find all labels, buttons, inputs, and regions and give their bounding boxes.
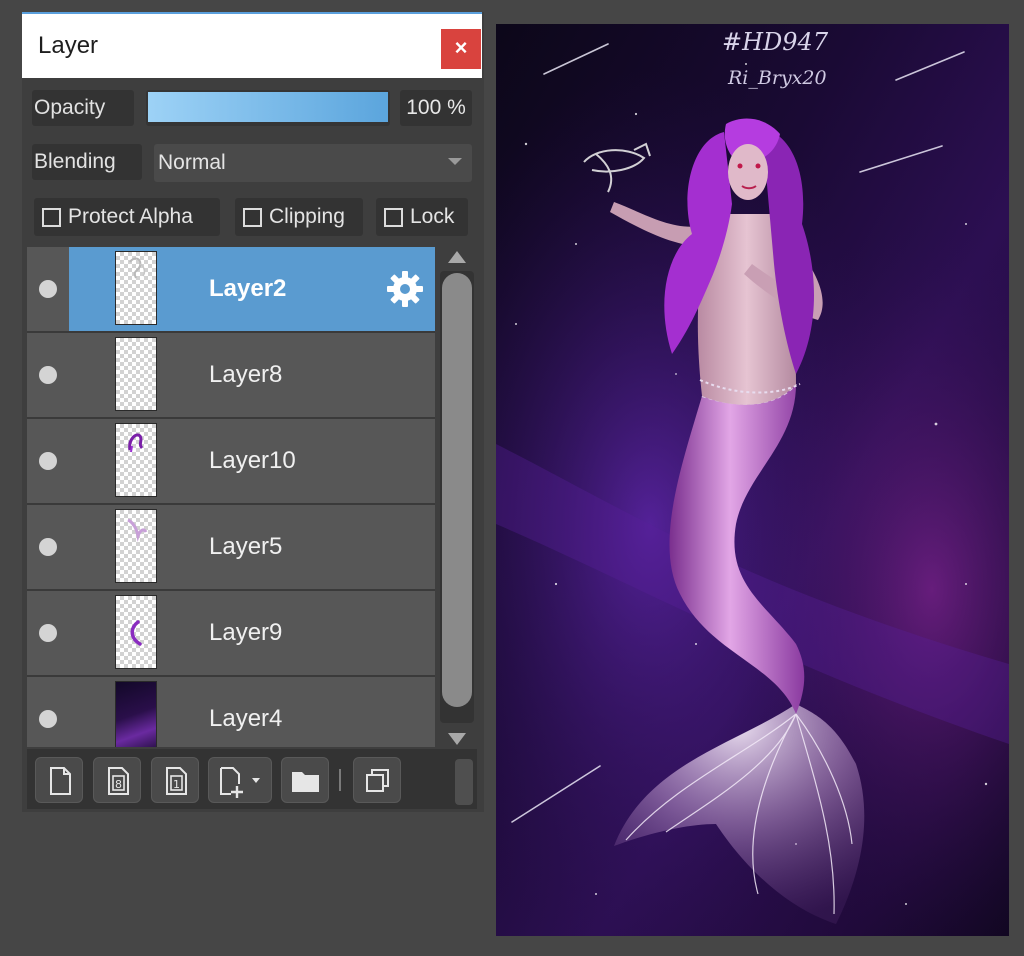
layer-thumbnail: [115, 681, 157, 747]
blending-mode-select[interactable]: Normal: [154, 144, 472, 182]
layer-row[interactable]: Layer4: [27, 677, 435, 747]
duplicate-layer-button[interactable]: [353, 757, 401, 803]
layer-row[interactable]: Layer9: [27, 591, 435, 675]
new-folder-button[interactable]: [281, 757, 329, 803]
layer-row[interactable]: Layer5: [27, 505, 435, 589]
clipping-checkbox[interactable]: Clipping: [235, 198, 363, 236]
opacity-slider[interactable]: [146, 90, 390, 126]
svg-text:1: 1: [173, 778, 180, 791]
artwork-canvas[interactable]: #HD947 Ri_Bryx20: [496, 24, 1009, 936]
close-button[interactable]: ×: [441, 29, 481, 69]
checkbox-box: [42, 208, 61, 227]
layer-name: Layer8: [209, 361, 283, 388]
visibility-toggle-icon[interactable]: [39, 366, 57, 384]
toolbar-separator: [339, 769, 341, 791]
scroll-down-arrow-icon[interactable]: [448, 733, 466, 745]
new-8bit-layer-button[interactable]: 8: [93, 757, 141, 803]
opacity-slider-fill: [148, 92, 388, 122]
protect-alpha-label: Protect Alpha: [68, 205, 193, 228]
layer-thumbnail: [115, 509, 157, 583]
protect-alpha-checkbox[interactable]: Protect Alpha: [34, 198, 220, 236]
folder-icon: [292, 772, 319, 792]
new-8bit-layer-icon: 8: [108, 767, 129, 795]
layer-name: Layer10: [209, 447, 296, 474]
layer-name: Layer9: [209, 619, 283, 646]
layer-row[interactable]: Layer8: [27, 333, 435, 417]
lock-checkbox[interactable]: Lock: [376, 198, 468, 236]
visibility-toggle-icon[interactable]: [39, 710, 57, 728]
layer-thumbnail: [115, 595, 157, 669]
new-layer-icon: [50, 767, 71, 795]
lock-label: Lock: [410, 205, 455, 228]
scroll-thumb[interactable]: [442, 273, 472, 707]
layer-panel: Layer × Opacity 100 % Blending Normal Pr…: [22, 12, 484, 812]
add-layer-dropdown-button[interactable]: [208, 757, 272, 803]
layer-list: Layer2 Layer8 Layer10 Layer5 Layer9 Laye…: [27, 247, 435, 747]
new-layer-button[interactable]: [35, 757, 83, 803]
toolbar-scroll-handle[interactable]: [455, 759, 473, 805]
svg-text:8: 8: [115, 778, 122, 791]
panel-title: Layer: [38, 32, 99, 59]
opacity-value-field[interactable]: 100 %: [400, 90, 472, 126]
layer-thumbnail: [115, 251, 157, 325]
layer-thumbnail: [115, 423, 157, 497]
scroll-up-arrow-icon[interactable]: [448, 251, 466, 263]
layer-row[interactable]: Layer10: [27, 419, 435, 503]
visibility-toggle-icon[interactable]: [39, 624, 57, 642]
blending-label: Blending: [32, 144, 142, 180]
signature-line-2: Ri_Bryx20: [727, 67, 827, 89]
checkbox-box: [384, 208, 403, 227]
scroll-track[interactable]: [440, 271, 474, 723]
clipping-label: Clipping: [269, 205, 345, 228]
gear-icon[interactable]: [385, 269, 425, 309]
blending-mode-value: Normal: [158, 151, 226, 174]
layer-name: Layer2: [209, 275, 287, 302]
layer-list-scrollbar[interactable]: [438, 247, 476, 747]
layer-thumbnail: [115, 337, 157, 411]
layer-name: Layer4: [209, 705, 283, 732]
duplicate-layer-icon: [366, 769, 389, 792]
layer-name: Layer5: [209, 533, 283, 560]
new-1bit-layer-icon: 1: [166, 767, 187, 795]
visibility-toggle-icon[interactable]: [39, 538, 57, 556]
add-layer-dropdown-icon: [220, 767, 260, 798]
checkbox-box: [243, 208, 262, 227]
visibility-toggle-icon[interactable]: [39, 280, 57, 298]
panel-titlebar[interactable]: Layer ×: [22, 12, 482, 78]
layer-toolbar: 8 1: [27, 749, 477, 809]
new-1bit-layer-button[interactable]: 1: [151, 757, 199, 803]
opacity-label: Opacity: [32, 90, 134, 126]
visibility-toggle-icon[interactable]: [39, 452, 57, 470]
chevron-down-icon: [448, 158, 462, 165]
layer-row[interactable]: Layer2: [27, 247, 435, 331]
signature-line-1: #HD947: [722, 28, 829, 56]
